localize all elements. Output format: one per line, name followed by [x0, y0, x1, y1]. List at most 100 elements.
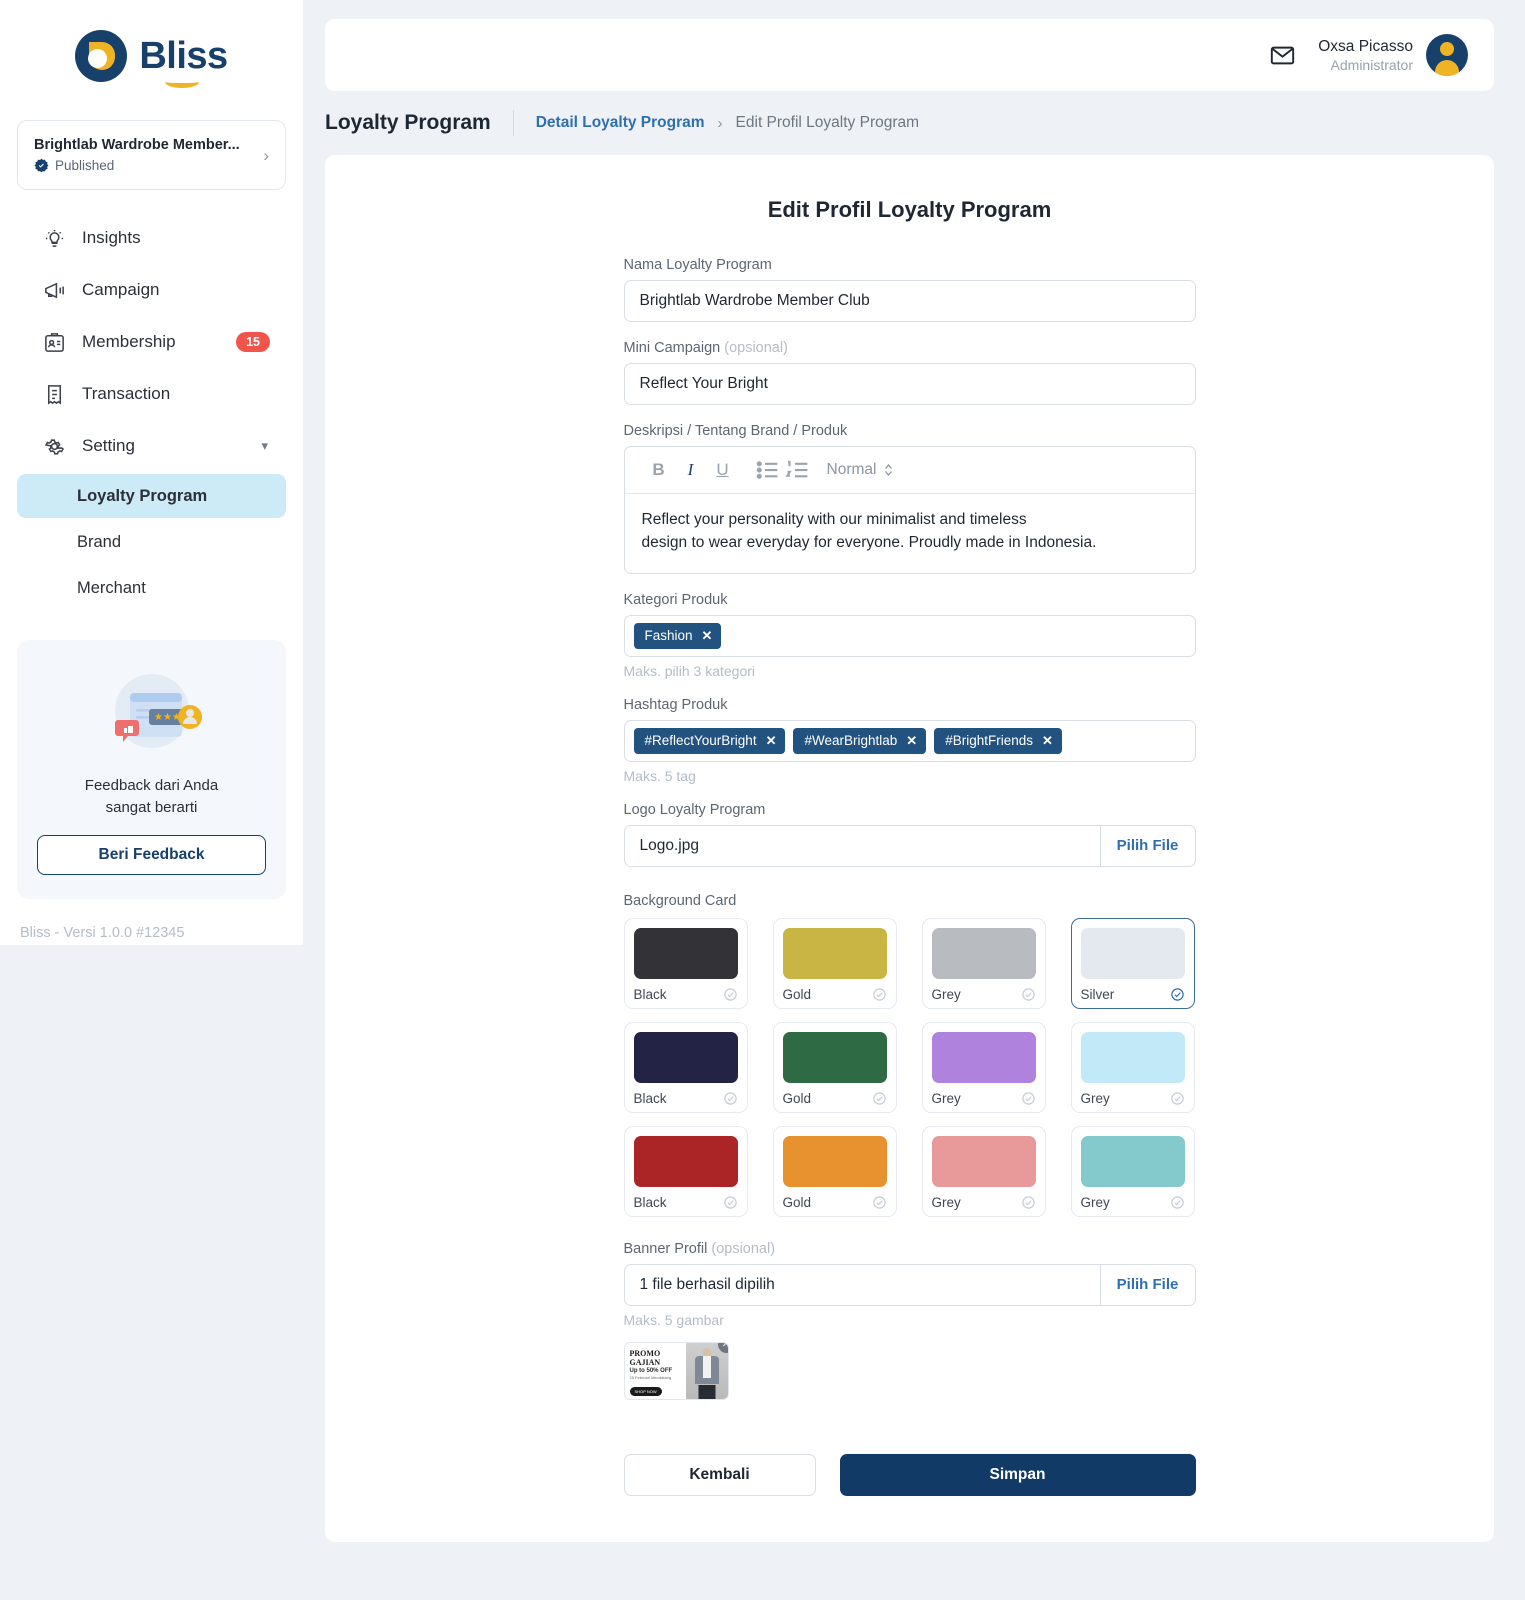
- thumb-headline: PROMO GAJIAN: [629, 1348, 661, 1367]
- swatch-option[interactable]: Grey: [921, 1021, 1046, 1113]
- user-menu[interactable]: Oxsa Picasso Administrator: [1318, 34, 1468, 76]
- app-logo: Bliss: [0, 0, 303, 112]
- swatch-label: Gold: [782, 1194, 812, 1210]
- field-deskripsi: Deskripsi / Tentang Brand / Produk B I U: [623, 423, 1196, 574]
- check-circle-icon: [1021, 1196, 1035, 1209]
- sidebar-item-membership[interactable]: Membership 15: [17, 316, 286, 368]
- tag-chip[interactable]: #BrightFriends ✕: [934, 727, 1062, 754]
- breadcrumb: Loyalty Program Detail Loyalty Program ›…: [325, 91, 1494, 155]
- edit-profile-panel: Edit Profil Loyalty Program Nama Loyalty…: [325, 155, 1494, 1542]
- editor-toolbar: B I U Normal: [624, 447, 1195, 494]
- underline-icon[interactable]: U: [707, 460, 739, 480]
- feedback-card: ★★★★★ Feedback dari Anda sangat berarti …: [17, 640, 286, 899]
- swatch-label: Grey: [931, 1090, 961, 1106]
- thumb-date: 25 Februari Mendatang: [629, 1374, 672, 1380]
- swatch-color: [1080, 927, 1185, 979]
- field-background-card: Background Card Black Gold Grey Silver B…: [623, 893, 1196, 1217]
- topbar: Oxsa Picasso Administrator: [325, 19, 1494, 91]
- give-feedback-button[interactable]: Beri Feedback: [37, 834, 266, 875]
- id-card-icon: [45, 332, 64, 352]
- logo-choose-file-button[interactable]: Pilih File: [1099, 825, 1195, 866]
- swatch-option[interactable]: Gold: [772, 1125, 897, 1217]
- sidebar-subitem-brand[interactable]: Brand: [17, 520, 286, 564]
- form-title: Edit Profil Loyalty Program: [767, 197, 1052, 222]
- swatch-option[interactable]: Gold: [772, 1021, 897, 1113]
- swatch-option[interactable]: Black: [623, 1021, 748, 1113]
- mini-campaign-input[interactable]: [623, 363, 1196, 405]
- field-logo-loyalty-program: Logo Loyalty Program Logo.jpg Pilih File: [623, 802, 1196, 867]
- hashtag-tag-input[interactable]: #ReflectYourBright ✕ #WearBrightlab ✕ #B…: [623, 719, 1196, 762]
- italic-icon[interactable]: I: [675, 460, 707, 480]
- swatch-label: Gold: [782, 1090, 812, 1106]
- field-banner-profil: Banner Profil (opsional) 1 file berhasil…: [623, 1241, 1196, 1400]
- kategori-tag-input[interactable]: Fashion ✕: [623, 614, 1196, 657]
- app-version: Bliss - Versi 1.0.0 #12345: [20, 924, 185, 941]
- bullet-list-icon[interactable]: [753, 455, 783, 485]
- kategori-hint: Maks. pilih 3 kategori: [623, 662, 756, 679]
- bliss-logo-icon: [75, 30, 128, 82]
- sidebar-subitem-loyalty-program[interactable]: Loyalty Program: [17, 474, 286, 518]
- sidebar-item-setting[interactable]: Setting ▾: [17, 420, 286, 472]
- back-button[interactable]: Kembali: [623, 1453, 816, 1496]
- sidebar-subitem-merchant[interactable]: Merchant: [17, 566, 286, 610]
- mail-icon[interactable]: [1269, 42, 1296, 69]
- banner-thumbnail[interactable]: PROMO GAJIAN Up to 50% OFF 25 Februari M…: [623, 1341, 729, 1400]
- tag-label: Fashion: [644, 628, 693, 644]
- field-mini-campaign: Mini Campaign (opsional): [623, 340, 1196, 405]
- swatch-option[interactable]: Grey: [1070, 1021, 1195, 1113]
- brand-name: Bliss: [139, 37, 228, 88]
- tag-chip[interactable]: #ReflectYourBright ✕: [633, 727, 786, 754]
- numbered-list-icon[interactable]: [783, 455, 813, 485]
- swatch-option[interactable]: Gold: [772, 917, 897, 1009]
- tag-chip[interactable]: #WearBrightlab ✕: [793, 727, 927, 754]
- format-select[interactable]: Normal: [827, 461, 894, 479]
- breadcrumb-link-detail[interactable]: Detail Loyalty Program: [514, 114, 705, 132]
- swatch-color: [633, 927, 738, 979]
- banner-choose-file-button[interactable]: Pilih File: [1099, 1264, 1195, 1305]
- swatch-option[interactable]: Grey: [921, 1125, 1046, 1217]
- save-button[interactable]: Simpan: [839, 1453, 1196, 1496]
- swatch-option[interactable]: Grey: [1070, 1125, 1195, 1217]
- thumb-subhead: Up to 50% OFF: [629, 1367, 673, 1374]
- thumb-cta: SHOP NOW: [629, 1386, 662, 1396]
- swatch-option-selected[interactable]: Silver: [1070, 917, 1195, 1009]
- tag-chip[interactable]: Fashion ✕: [633, 622, 722, 649]
- check-circle-icon: [872, 1196, 886, 1209]
- tag-label: #ReflectYourBright: [644, 733, 757, 749]
- nama-loyalty-program-input[interactable]: [623, 280, 1196, 322]
- check-circle-icon: [1021, 988, 1035, 1001]
- main-content: Oxsa Picasso Administrator Loyalty Progr…: [303, 0, 1525, 1600]
- insights-icon: [45, 229, 64, 247]
- check-circle-icon: [872, 1092, 886, 1105]
- app-root: Bliss Brightlab Wardrobe Member... Publi…: [0, 0, 1525, 1600]
- bold-icon[interactable]: B: [643, 460, 675, 480]
- chevron-down-icon[interactable]: ▾: [261, 438, 268, 454]
- hashtag-hint: Maks. 5 tag: [623, 767, 696, 784]
- sidebar: Bliss Brightlab Wardrobe Member... Publi…: [0, 0, 303, 945]
- program-switcher[interactable]: Brightlab Wardrobe Member... Published ›: [17, 120, 286, 190]
- field-label: Banner Profil (opsional): [624, 1241, 1196, 1257]
- sidebar-item-label: Campaign: [82, 280, 160, 299]
- check-circle-icon: [723, 988, 737, 1001]
- close-icon[interactable]: ✕: [766, 733, 777, 749]
- megaphone-icon: [45, 282, 64, 298]
- logo-filename: Logo.jpg: [639, 836, 699, 854]
- rich-text-editor: B I U Normal Reflect your personality wi…: [623, 446, 1196, 574]
- editor-body[interactable]: Reflect your personality with our minima…: [625, 494, 1195, 573]
- close-icon[interactable]: ✕: [1042, 733, 1053, 749]
- background-card-swatch-grid: Black Gold Grey Silver Black Gold Grey G…: [623, 917, 1196, 1217]
- user-name: Oxsa Picasso: [1318, 37, 1413, 55]
- swatch-label: Black: [633, 1090, 667, 1106]
- swatch-option[interactable]: Black: [623, 917, 748, 1009]
- description-line1: Reflect your personality with our minima…: [641, 511, 1027, 528]
- chevron-right-icon[interactable]: ›: [263, 147, 269, 164]
- field-label: Deskripsi / Tentang Brand / Produk: [623, 423, 848, 439]
- swatch-option[interactable]: Grey: [921, 917, 1046, 1009]
- sidebar-item-insights[interactable]: Insights: [17, 212, 286, 264]
- avatar[interactable]: [1426, 34, 1468, 76]
- sidebar-item-transaction[interactable]: Transaction: [17, 368, 286, 420]
- sidebar-item-campaign[interactable]: Campaign: [17, 264, 286, 316]
- close-icon[interactable]: ✕: [906, 733, 917, 749]
- swatch-option[interactable]: Black: [623, 1125, 748, 1217]
- close-icon[interactable]: ✕: [702, 628, 713, 644]
